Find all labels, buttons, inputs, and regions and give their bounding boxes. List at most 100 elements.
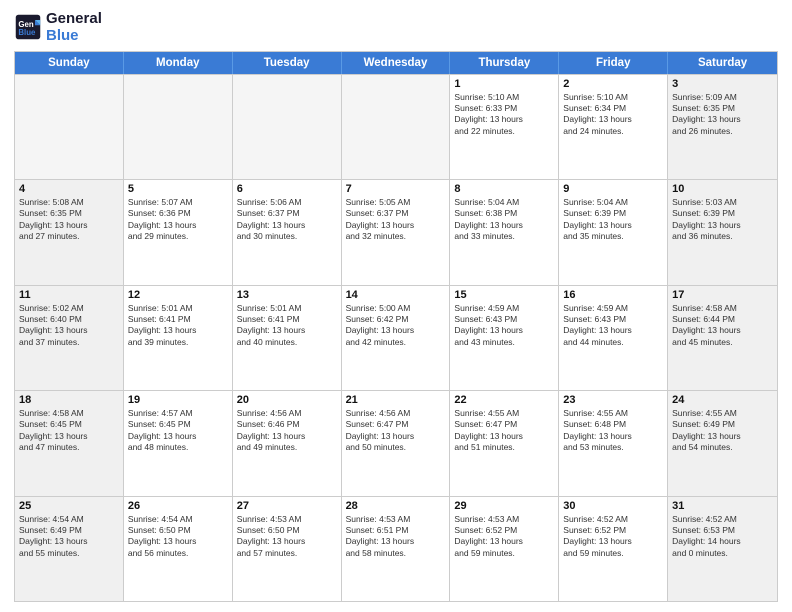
day-info: Sunrise: 5:08 AM Sunset: 6:35 PM Dayligh… — [19, 197, 119, 243]
cal-cell-5: 5 Sunrise: 5:07 AM Sunset: 6:36 PM Daylig… — [124, 180, 233, 285]
day-number: 5 — [128, 183, 228, 195]
cal-cell-26: 26 Sunrise: 4:54 AM Sunset: 6:50 PM Dayli… — [124, 497, 233, 602]
day-number: 4 — [19, 183, 119, 195]
cal-cell-30: 30Sunrise: 4:52 AM Sunset: 6:52 PM Dayli… — [559, 497, 668, 602]
cal-cell-empty — [342, 75, 451, 180]
cal-cell-20: 20 Sunrise: 4:56 AM Sunset: 6:46 PM Dayli… — [233, 391, 342, 496]
cal-cell-4: 4 Sunrise: 5:08 AM Sunset: 6:35 PM Daylig… — [15, 180, 124, 285]
day-info: Sunrise: 5:02 AM Sunset: 6:40 PM Dayligh… — [19, 303, 119, 349]
day-number: 30 — [563, 500, 663, 512]
cal-cell-18: 18 Sunrise: 4:58 AM Sunset: 6:45 PM Dayli… — [15, 391, 124, 496]
cal-cell-empty — [124, 75, 233, 180]
cal-cell-11: 11 Sunrise: 5:02 AM Sunset: 6:40 PM Dayli… — [15, 286, 124, 391]
day-number: 26 — [128, 500, 228, 512]
day-number: 16 — [563, 289, 663, 301]
cal-header-cell-saturday: Saturday — [668, 52, 777, 74]
cal-cell-31: 31Sunrise: 4:52 AM Sunset: 6:53 PM Dayli… — [668, 497, 777, 602]
day-number: 7 — [346, 183, 446, 195]
day-info: Sunrise: 4:59 AM Sunset: 6:43 PM Dayligh… — [563, 303, 663, 349]
day-number: 14 — [346, 289, 446, 301]
day-info: Sunrise: 4:59 AM Sunset: 6:43 PM Dayligh… — [454, 303, 554, 349]
day-info: Sunrise: 4:53 AM Sunset: 6:50 PM Dayligh… — [237, 514, 337, 560]
day-info: Sunrise: 5:09 AM Sunset: 6:35 PM Dayligh… — [672, 92, 773, 138]
day-number: 21 — [346, 394, 446, 406]
cal-cell-13: 13 Sunrise: 5:01 AM Sunset: 6:41 PM Dayli… — [233, 286, 342, 391]
cal-cell-9: 9 Sunrise: 5:04 AM Sunset: 6:39 PM Daylig… — [559, 180, 668, 285]
day-info: Sunrise: 4:56 AM Sunset: 6:46 PM Dayligh… — [237, 408, 337, 454]
cal-cell-empty — [233, 75, 342, 180]
cal-header-cell-sunday: Sunday — [15, 52, 124, 74]
cal-cell-16: 16 Sunrise: 4:59 AM Sunset: 6:43 PM Dayli… — [559, 286, 668, 391]
cal-cell-8: 8Sunrise: 5:04 AM Sunset: 6:38 PM Daylig… — [450, 180, 559, 285]
cal-cell-10: 10 Sunrise: 5:03 AM Sunset: 6:39 PM Dayli… — [668, 180, 777, 285]
logo-text: General Blue — [46, 10, 102, 45]
svg-text:Blue: Blue — [18, 28, 36, 37]
day-info: Sunrise: 4:56 AM Sunset: 6:47 PM Dayligh… — [346, 408, 446, 454]
day-number: 29 — [454, 500, 554, 512]
cal-cell-3: 3Sunrise: 5:09 AM Sunset: 6:35 PM Daylig… — [668, 75, 777, 180]
day-number: 9 — [563, 183, 663, 195]
day-info: Sunrise: 5:06 AM Sunset: 6:37 PM Dayligh… — [237, 197, 337, 243]
day-number: 22 — [454, 394, 554, 406]
cal-cell-7: 7 Sunrise: 5:05 AM Sunset: 6:37 PM Daylig… — [342, 180, 451, 285]
day-info: Sunrise: 4:55 AM Sunset: 6:48 PM Dayligh… — [563, 408, 663, 454]
day-info: Sunrise: 5:01 AM Sunset: 6:41 PM Dayligh… — [128, 303, 228, 349]
day-info: Sunrise: 4:54 AM Sunset: 6:49 PM Dayligh… — [19, 514, 119, 560]
day-info: Sunrise: 5:07 AM Sunset: 6:36 PM Dayligh… — [128, 197, 228, 243]
day-info: Sunrise: 5:04 AM Sunset: 6:38 PM Dayligh… — [454, 197, 554, 243]
cal-header-cell-monday: Monday — [124, 52, 233, 74]
day-info: Sunrise: 4:58 AM Sunset: 6:45 PM Dayligh… — [19, 408, 119, 454]
day-number: 27 — [237, 500, 337, 512]
cal-row-1: 4 Sunrise: 5:08 AM Sunset: 6:35 PM Daylig… — [15, 179, 777, 285]
day-info: Sunrise: 5:04 AM Sunset: 6:39 PM Dayligh… — [563, 197, 663, 243]
day-number: 15 — [454, 289, 554, 301]
day-number: 24 — [672, 394, 773, 406]
day-info: Sunrise: 4:53 AM Sunset: 6:52 PM Dayligh… — [454, 514, 554, 560]
day-info: Sunrise: 5:05 AM Sunset: 6:37 PM Dayligh… — [346, 197, 446, 243]
day-info: Sunrise: 5:03 AM Sunset: 6:39 PM Dayligh… — [672, 197, 773, 243]
day-number: 17 — [672, 289, 773, 301]
cal-cell-24: 24 Sunrise: 4:55 AM Sunset: 6:49 PM Dayli… — [668, 391, 777, 496]
day-info: Sunrise: 4:55 AM Sunset: 6:49 PM Dayligh… — [672, 408, 773, 454]
day-number: 25 — [19, 500, 119, 512]
day-info: Sunrise: 5:10 AM Sunset: 6:33 PM Dayligh… — [454, 92, 554, 138]
day-number: 11 — [19, 289, 119, 301]
day-number: 10 — [672, 183, 773, 195]
cal-cell-1: 1 Sunrise: 5:10 AM Sunset: 6:33 PM Daylig… — [450, 75, 559, 180]
calendar-body: 1 Sunrise: 5:10 AM Sunset: 6:33 PM Daylig… — [15, 74, 777, 602]
header: Gen Blue General Blue — [14, 10, 778, 45]
cal-cell-27: 27 Sunrise: 4:53 AM Sunset: 6:50 PM Dayli… — [233, 497, 342, 602]
cal-row-3: 18 Sunrise: 4:58 AM Sunset: 6:45 PM Dayli… — [15, 390, 777, 496]
cal-row-0: 1 Sunrise: 5:10 AM Sunset: 6:33 PM Daylig… — [15, 74, 777, 180]
day-number: 18 — [19, 394, 119, 406]
calendar: SundayMondayTuesdayWednesdayThursdayFrid… — [14, 51, 778, 603]
cal-cell-21: 21 Sunrise: 4:56 AM Sunset: 6:47 PM Dayli… — [342, 391, 451, 496]
cal-header-cell-wednesday: Wednesday — [342, 52, 451, 74]
day-number: 20 — [237, 394, 337, 406]
day-number: 12 — [128, 289, 228, 301]
calendar-header: SundayMondayTuesdayWednesdayThursdayFrid… — [15, 52, 777, 74]
page: Gen Blue General Blue SundayMondayTuesda… — [0, 0, 792, 612]
cal-header-cell-thursday: Thursday — [450, 52, 559, 74]
day-info: Sunrise: 5:01 AM Sunset: 6:41 PM Dayligh… — [237, 303, 337, 349]
cal-cell-empty — [15, 75, 124, 180]
day-info: Sunrise: 4:52 AM Sunset: 6:53 PM Dayligh… — [672, 514, 773, 560]
cal-cell-15: 15 Sunrise: 4:59 AM Sunset: 6:43 PM Dayli… — [450, 286, 559, 391]
day-number: 19 — [128, 394, 228, 406]
cal-cell-2: 2Sunrise: 5:10 AM Sunset: 6:34 PM Daylig… — [559, 75, 668, 180]
day-info: Sunrise: 4:54 AM Sunset: 6:50 PM Dayligh… — [128, 514, 228, 560]
cal-cell-23: 23 Sunrise: 4:55 AM Sunset: 6:48 PM Dayli… — [559, 391, 668, 496]
cal-cell-14: 14Sunrise: 5:00 AM Sunset: 6:42 PM Dayli… — [342, 286, 451, 391]
cal-cell-22: 22Sunrise: 4:55 AM Sunset: 6:47 PM Dayli… — [450, 391, 559, 496]
logo-icon: Gen Blue — [14, 13, 42, 41]
logo: Gen Blue General Blue — [14, 10, 102, 45]
day-info: Sunrise: 4:58 AM Sunset: 6:44 PM Dayligh… — [672, 303, 773, 349]
day-number: 23 — [563, 394, 663, 406]
day-number: 28 — [346, 500, 446, 512]
day-number: 13 — [237, 289, 337, 301]
day-number: 1 — [454, 78, 554, 90]
cal-cell-29: 29 Sunrise: 4:53 AM Sunset: 6:52 PM Dayli… — [450, 497, 559, 602]
day-number: 2 — [563, 78, 663, 90]
cal-cell-12: 12 Sunrise: 5:01 AM Sunset: 6:41 PM Dayli… — [124, 286, 233, 391]
cal-cell-6: 6Sunrise: 5:06 AM Sunset: 6:37 PM Daylig… — [233, 180, 342, 285]
